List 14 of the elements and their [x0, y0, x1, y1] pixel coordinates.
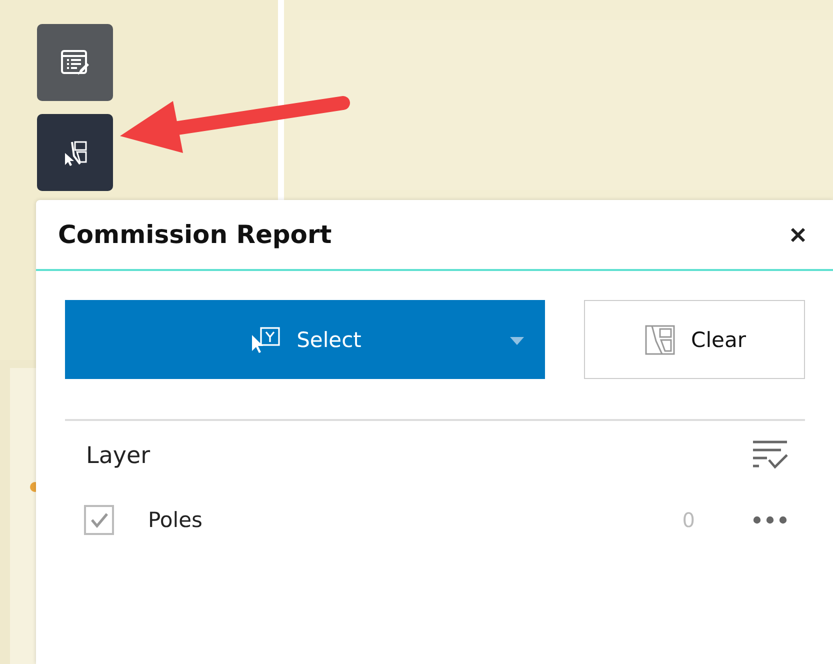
- feature-count: 0: [682, 508, 695, 532]
- panel-title: Commission Report: [58, 220, 332, 249]
- clear-button[interactable]: Clear: [584, 300, 805, 379]
- select-button[interactable]: Select: [65, 300, 545, 379]
- list-edit-icon: [60, 48, 90, 78]
- close-icon[interactable]: [789, 226, 807, 244]
- layer-heading: Layer: [86, 443, 150, 469]
- report-edit-button[interactable]: [37, 24, 113, 101]
- layer-name: Poles: [148, 508, 204, 532]
- clear-selection-icon: [643, 322, 678, 356]
- layer-checkbox[interactable]: [84, 505, 114, 535]
- select-tool-button[interactable]: [37, 114, 113, 191]
- caret-icon: [509, 336, 525, 346]
- more-icon[interactable]: [753, 515, 787, 525]
